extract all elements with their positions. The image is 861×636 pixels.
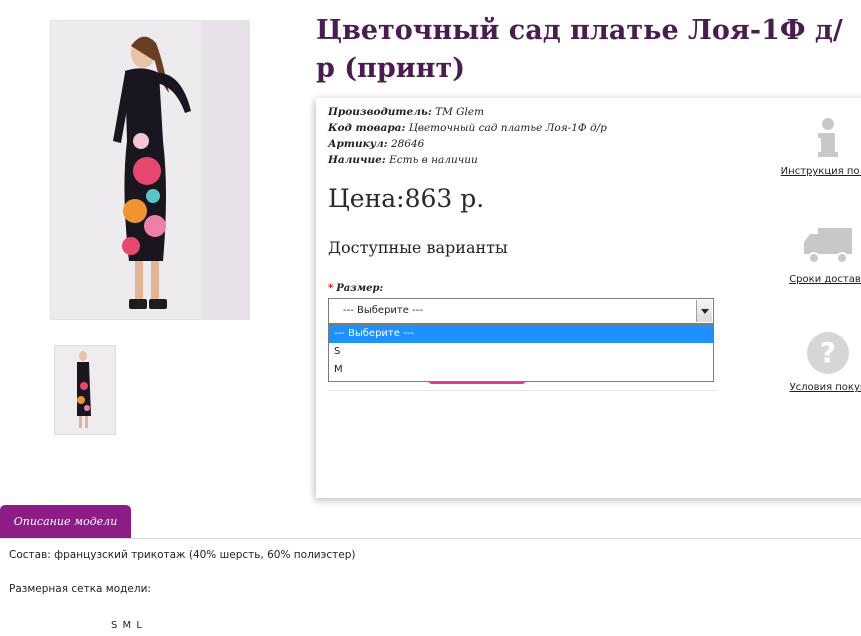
terms-link[interactable]: Условия покуп xyxy=(768,382,861,393)
size-option-m[interactable]: M xyxy=(329,361,713,379)
product-code-value: Цветочный сад платье Лоя-1Ф д/р xyxy=(408,122,607,134)
size-select-value: --- Выберите --- xyxy=(343,305,423,316)
size-option-placeholder[interactable]: --- Выберите --- xyxy=(329,325,713,343)
product-thumbnail[interactable] xyxy=(54,345,116,435)
size-label: * Размер: xyxy=(328,283,383,294)
availability-row: Наличие: Есть в наличии xyxy=(328,152,607,168)
divider xyxy=(328,390,718,391)
product-code-label: Код товара: xyxy=(328,122,406,134)
truck-icon xyxy=(804,228,852,264)
size-label-text: Размер: xyxy=(336,283,384,294)
article-label: Артикул: xyxy=(328,138,388,150)
size-select[interactable]: --- Выберите --- xyxy=(328,298,714,324)
question-icon: ? xyxy=(807,332,849,374)
instruction-link[interactable]: Инструкция по по xyxy=(768,166,861,177)
product-info-panel: Производитель: TM Glem Код товара: Цвето… xyxy=(316,98,861,498)
article-row: Артикул: 28646 xyxy=(328,136,607,152)
size-dropdown-list[interactable]: --- Выберите --- S M xyxy=(328,324,714,382)
article-value: 28646 xyxy=(390,138,425,150)
variants-heading: Доступные варианты xyxy=(328,238,508,257)
tab-divider xyxy=(0,538,861,539)
delivery-block: Сроки доставк xyxy=(768,224,861,285)
availability-label: Наличие: xyxy=(328,154,386,166)
required-mark: * xyxy=(328,283,334,294)
terms-block: ? Условия покуп xyxy=(768,330,861,393)
size-option-s[interactable]: S xyxy=(329,343,713,361)
manufacturer-row: Производитель: TM Glem xyxy=(328,104,607,120)
manufacturer-label: Производитель: xyxy=(328,106,432,118)
product-code-row: Код товара: Цветочный сад платье Лоя-1Ф … xyxy=(328,120,607,136)
info-icon xyxy=(818,118,838,157)
chevron-down-icon[interactable] xyxy=(696,300,712,322)
model-thumb-photo xyxy=(55,346,115,434)
composition-text: Состав: французский трикотаж (40% шерсть… xyxy=(9,549,356,561)
availability-value: Есть в наличии xyxy=(389,154,478,166)
product-title: Цветочный сад платье Лоя-1Ф д/р (принт) xyxy=(316,15,843,84)
product-price: Цена:863 р. xyxy=(328,184,485,213)
manufacturer-value[interactable]: TM Glem xyxy=(435,106,484,118)
product-main-image[interactable] xyxy=(50,20,250,320)
model-photo xyxy=(51,21,249,319)
size-grid-header: S M L xyxy=(111,620,143,631)
delivery-link[interactable]: Сроки доставк xyxy=(768,274,861,285)
size-grid-label: Размерная сетка модели: xyxy=(9,583,151,595)
instruction-block: Инструкция по по xyxy=(768,116,861,177)
product-meta: Производитель: TM Glem Код товара: Цвето… xyxy=(328,104,607,168)
tab-description[interactable]: Описание модели xyxy=(0,505,131,538)
svg-text:?: ? xyxy=(820,336,836,369)
